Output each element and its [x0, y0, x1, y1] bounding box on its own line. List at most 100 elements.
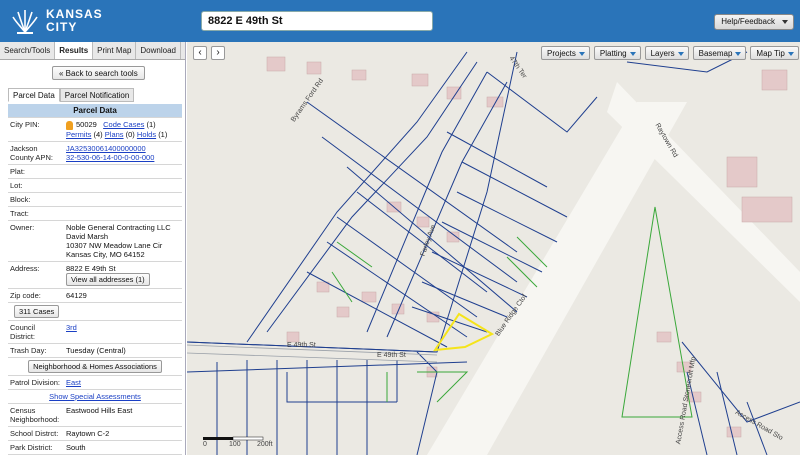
parcel-data-table: Parcel Data City PIN: 50029 Code Cases (…	[8, 104, 182, 455]
tract-label: Tract:	[8, 206, 64, 221]
census-value: Eastwood Hills East	[64, 403, 182, 427]
logo-text-city: CITY	[46, 20, 78, 34]
table-row: Show Special Assessments	[8, 389, 182, 404]
table-row: Council District: 3rd	[8, 320, 182, 344]
lock-icon	[66, 120, 73, 130]
back-to-search-button[interactable]: « Back to search tools	[52, 66, 145, 80]
plat-value	[64, 164, 182, 179]
map-forward-button[interactable]: ›	[211, 46, 225, 60]
basemap-label: Basemap	[698, 49, 733, 58]
school-value: Raytown C-2	[64, 426, 182, 441]
table-row: School Distrct: Raytown C-2	[8, 426, 182, 441]
permits-link[interactable]: Permits	[66, 130, 91, 139]
table-row: Tract:	[8, 206, 182, 221]
tab-search-tools[interactable]: Search/Tools	[0, 42, 56, 59]
view-all-addresses-button[interactable]: View all addresses (1)	[66, 272, 150, 286]
tract-value	[64, 206, 182, 221]
council-label: Council District:	[8, 320, 64, 344]
trash-value: Tuesday (Central)	[64, 343, 182, 358]
city-pin-value: 50029	[76, 120, 97, 129]
tab-download[interactable]: Download	[136, 42, 181, 59]
chevron-down-icon	[787, 52, 794, 56]
left-panel: Search/Tools Results Print Map Download …	[0, 42, 186, 455]
owner-label: Owner:	[8, 220, 64, 262]
e-49th-st-label-1: E 49th St	[287, 342, 316, 349]
chevron-down-icon	[578, 52, 585, 56]
block-label: Block:	[8, 192, 64, 207]
permits-count: (4)	[93, 129, 103, 139]
help-feedback-button[interactable]: Help/Feedback	[714, 14, 794, 30]
chevron-down-icon	[677, 52, 684, 56]
patrol-division-link[interactable]: East	[66, 378, 81, 387]
table-row: Trash Day: Tuesday (Central)	[8, 343, 182, 358]
chevron-down-icon	[629, 52, 636, 56]
help-feedback-label: Help/Feedback	[721, 17, 775, 26]
patrol-label: Patrol Division:	[8, 375, 64, 390]
address-value: 8822 E 49th St	[66, 263, 116, 273]
holds-link[interactable]: Holds	[137, 130, 156, 139]
owner-line-1: Noble General Contracting LLC	[66, 222, 171, 232]
school-label: School Distrct:	[8, 426, 64, 441]
table-row: 311 Cases	[8, 302, 182, 321]
table-row: Jackson County APN: JA32530061400000000 …	[8, 141, 182, 165]
map-view[interactable]: ‹ › Projects Platting Layers Basemap Map…	[187, 42, 800, 455]
census-label: Census Neighborhood:	[8, 403, 64, 427]
plat-label: Plat:	[8, 164, 64, 179]
holds-count: (1)	[158, 129, 168, 139]
layers-dropdown[interactable]: Layers	[644, 46, 689, 60]
park-label: Park District:	[8, 440, 64, 455]
special-assessments-link[interactable]: Show Special Assessments	[49, 392, 141, 401]
map-canvas[interactable]	[187, 42, 800, 455]
basemap-dropdown[interactable]: Basemap	[692, 46, 747, 60]
table-row: Neighborhood & Homes Associations	[8, 357, 182, 376]
address-search-input[interactable]: 8822 E 49th St	[201, 11, 433, 31]
scale-bar: 0 100 200ft	[203, 435, 283, 451]
address-label: Address:	[8, 261, 64, 289]
table-row: Patrol Division: East	[8, 375, 182, 390]
subtab-parcel-data[interactable]: Parcel Data	[8, 88, 60, 102]
code-cases-count: (1)	[146, 120, 156, 129]
platting-dropdown[interactable]: Platting	[593, 46, 641, 60]
owner-line-2: David Marsh	[66, 231, 109, 241]
projects-label: Projects	[547, 49, 576, 58]
table-row: Census Neighborhood: Eastwood Hills East	[8, 403, 182, 427]
code-cases-link[interactable]: Code Cases	[103, 120, 144, 129]
table-row: City PIN: 50029 Code Cases (1) Permits (…	[8, 117, 182, 142]
table-row: Owner: Noble General Contracting LLC Dav…	[8, 220, 182, 262]
fountain-logo-icon	[12, 10, 38, 34]
trash-label: Trash Day:	[8, 343, 64, 358]
map-tip-dropdown[interactable]: Map Tip	[750, 46, 799, 60]
panel-tabs: Search/Tools Results Print Map Download	[0, 42, 185, 60]
projects-dropdown[interactable]: Projects	[541, 46, 590, 60]
zip-value: 64129	[64, 288, 182, 303]
map-tip-label: Map Tip	[756, 49, 785, 58]
neighborhood-associations-button[interactable]: Neighborhood & Homes Associations	[28, 359, 162, 373]
subtab-parcel-notification[interactable]: Parcel Notification	[59, 88, 135, 102]
owner-line-3: 10307 NW Meadow Lane Cir	[66, 240, 163, 250]
park-value: South	[64, 440, 182, 455]
tab-print-map[interactable]: Print Map	[93, 42, 137, 59]
layers-label: Layers	[650, 49, 675, 58]
scale-0: 0	[203, 441, 207, 448]
tab-results[interactable]: Results	[55, 42, 94, 59]
scale-200ft: 200ft	[257, 441, 273, 448]
table-row: Park District: South	[8, 440, 182, 455]
e-49th-st-label-2: E 49th St	[377, 352, 406, 359]
scale-100: 100	[229, 441, 241, 448]
city-pin-label: City PIN:	[8, 117, 64, 142]
block-value	[64, 192, 182, 207]
table-row: Zip code: 64129	[8, 288, 182, 303]
chevron-down-icon	[782, 20, 788, 24]
apn-link-2[interactable]: 32-530-06-14-00-0-00-000	[66, 153, 154, 162]
table-row: Lot:	[8, 178, 182, 193]
map-back-button[interactable]: ‹	[193, 46, 207, 60]
zip-label: Zip code:	[8, 288, 64, 303]
apn-link-1[interactable]: JA32530061400000000	[66, 144, 146, 153]
plans-link[interactable]: Plans	[105, 130, 124, 139]
kansas-city-logo[interactable]: KANSAS CITY	[6, 4, 102, 38]
lot-label: Lot:	[8, 178, 64, 193]
council-district-link[interactable]: 3rd	[66, 323, 77, 332]
311-cases-button[interactable]: 311 Cases	[14, 304, 60, 318]
platting-label: Platting	[599, 49, 627, 58]
parcel-subtabs: Parcel Data Parcel Notification	[8, 88, 135, 102]
